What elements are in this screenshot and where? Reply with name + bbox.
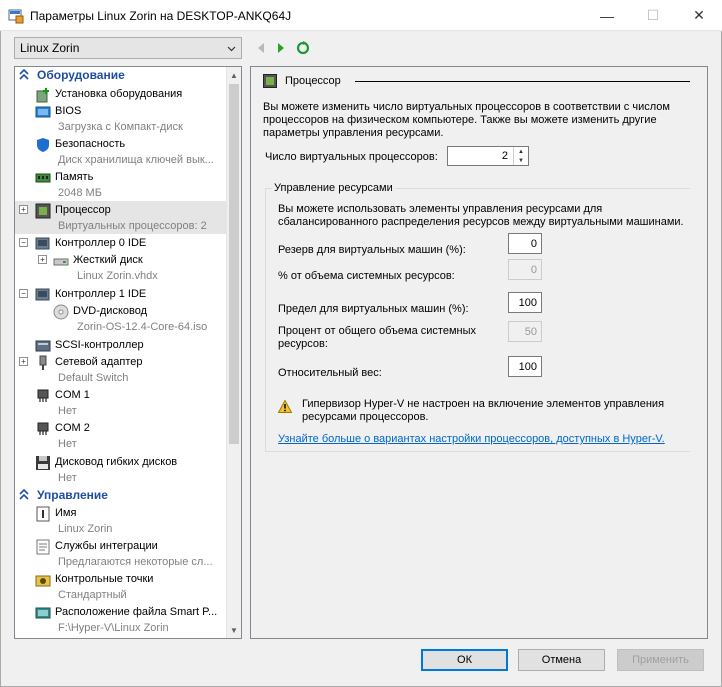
tree-item-name[interactable]: Имя Linux Zorin	[15, 504, 227, 537]
section-management[interactable]: Управление	[15, 488, 227, 504]
network-adapter-icon	[39, 355, 47, 370]
divider	[355, 81, 691, 82]
expand-icon[interactable]: +	[19, 357, 28, 366]
tree-item-smart-paging[interactable]: Расположение файла Smart P... F:\Hyper-V…	[15, 603, 227, 636]
processor-chip-icon	[35, 203, 51, 219]
integration-services-icon	[36, 539, 50, 555]
tree-item-memory[interactable]: Память 2048 МБ	[15, 168, 227, 201]
limit-system-label: Процент от общего объема системных ресур…	[278, 325, 476, 350]
scroll-up-icon[interactable]: ▲	[227, 67, 241, 83]
apply-button[interactable]: Применить	[617, 649, 704, 671]
vproc-value: 2	[501, 150, 508, 162]
minimize-button[interactable]: —	[584, 0, 630, 31]
collapse-icon[interactable]: −	[19, 238, 28, 247]
tree-item-com1[interactable]: COM 1 Нет	[15, 386, 227, 419]
shield-icon	[37, 138, 49, 152]
reserve-system-input: 0	[508, 259, 542, 280]
stepper-down-icon[interactable]: ▼	[514, 156, 528, 165]
section-hardware[interactable]: Оборудование	[15, 68, 227, 84]
processor-chip-icon	[263, 74, 277, 88]
memory-module-icon	[35, 173, 51, 183]
tree-item-integration-services[interactable]: Службы интеграции Предлагаются некоторые…	[15, 537, 227, 570]
limit-label: Предел для виртуальных машин (%):	[278, 303, 469, 315]
panel-header: Процессор	[263, 74, 691, 90]
navigation-toolbar	[256, 40, 310, 56]
panel-description: Вы можете изменить число виртуальных про…	[263, 101, 670, 139]
cancel-button[interactable]: Отмена	[518, 649, 605, 671]
settings-app-icon	[8, 9, 24, 24]
vproc-label: Число виртуальных процессоров:	[265, 151, 438, 163]
floppy-disk-icon	[36, 456, 50, 470]
tree-item-processor[interactable]: + Процессор Виртуальных процессоров: 2	[15, 201, 227, 234]
title-bar: Параметры Linux Zorin на DESKTOP-ANKQ64J…	[0, 0, 722, 31]
hard-disk-icon	[53, 258, 69, 266]
vproc-stepper[interactable]: 2 ▲ ▼	[447, 146, 529, 166]
tree-item-hard-disk[interactable]: + Жесткий диск Linux Zorin.vhdx	[15, 251, 227, 284]
checkpoint-camera-icon	[35, 575, 51, 587]
tree-item-network-adapter[interactable]: + Сетевой адаптер Default Switch	[15, 353, 227, 386]
close-button[interactable]: ✕	[676, 0, 722, 31]
vm-select-value: Linux Zorin	[20, 41, 80, 55]
ide-controller-icon	[35, 288, 50, 301]
reserve-input[interactable]: 0	[508, 233, 542, 254]
tree-item-dvd-drive[interactable]: DVD-дисковод Zorin-OS-12.4-Core-64.iso	[15, 302, 227, 335]
expand-icon[interactable]: +	[19, 205, 28, 214]
expand-icon[interactable]: +	[38, 255, 47, 264]
reserve-label: Резерв для виртуальных машин (%):	[278, 244, 466, 256]
tree-item-bios[interactable]: BIOS Загрузка с Компакт-диск	[15, 102, 227, 135]
scroll-down-icon[interactable]: ▼	[227, 622, 241, 638]
forward-arrow-icon[interactable]	[276, 42, 286, 54]
refresh-icon[interactable]	[296, 41, 310, 55]
vm-select[interactable]: Linux Zorin	[14, 37, 242, 59]
stepper-buttons[interactable]: ▲ ▼	[513, 147, 528, 165]
window-title: Параметры Linux Zorin на DESKTOP-ANKQ64J	[30, 9, 292, 23]
scroll-thumb[interactable]	[229, 84, 239, 444]
tree-item-checkpoints[interactable]: Контрольные точки Стандартный	[15, 570, 227, 603]
tree-scrollbar[interactable]: ▲ ▼	[226, 67, 241, 638]
maximize-button[interactable]: ☐	[630, 0, 676, 31]
panel-scrollbar[interactable]	[690, 67, 707, 638]
warning-icon	[278, 400, 292, 413]
name-card-icon	[36, 506, 50, 522]
learn-more-link[interactable]: Узнайте больше о вариантах настройки про…	[278, 433, 665, 445]
bios-chip-icon	[35, 106, 51, 118]
group-description: Вы можете использовать элементы управлен…	[278, 203, 684, 228]
ok-button[interactable]: ОК	[421, 649, 508, 671]
serial-port-icon	[37, 389, 49, 402]
warning-text: Гипервизор Hyper-V не настроен на включе…	[302, 398, 665, 423]
group-title: Управление ресурсами	[272, 182, 395, 194]
scsi-controller-icon	[35, 340, 51, 352]
back-arrow-icon[interactable]	[256, 42, 266, 54]
collapse-icon[interactable]: −	[19, 289, 28, 298]
limit-input[interactable]: 100	[508, 292, 542, 313]
add-hardware-icon	[36, 88, 49, 103]
weight-input[interactable]: 100	[508, 356, 542, 377]
stepper-up-icon[interactable]: ▲	[514, 147, 528, 156]
chevron-down-icon	[227, 46, 236, 52]
tree-item-floppy-drive[interactable]: Дисковод гибких дисков Нет	[15, 453, 227, 486]
serial-port-icon	[37, 422, 49, 435]
dvd-disc-icon	[53, 304, 69, 320]
smart-paging-icon	[35, 607, 51, 619]
collapse-arrows-icon	[19, 69, 29, 80]
processor-settings-panel: Процессор Вы можете изменить число вирту…	[250, 66, 708, 639]
ide-controller-icon	[35, 237, 50, 250]
limit-system-input: 50	[508, 321, 542, 342]
collapse-arrows-icon	[19, 489, 29, 500]
tree-item-security[interactable]: Безопасность Диск хранилища ключей вык..…	[15, 135, 227, 168]
settings-tree: Оборудование Установка оборудования BIOS…	[14, 66, 242, 639]
reserve-system-label: % от объема системных ресурсов:	[278, 270, 455, 282]
panel-title: Процессор	[285, 75, 341, 87]
tree-item-com2[interactable]: COM 2 Нет	[15, 419, 227, 452]
resource-control-group: Управление ресурсами Вы можете использов…	[265, 182, 691, 452]
weight-label: Относительный вес:	[278, 367, 382, 379]
